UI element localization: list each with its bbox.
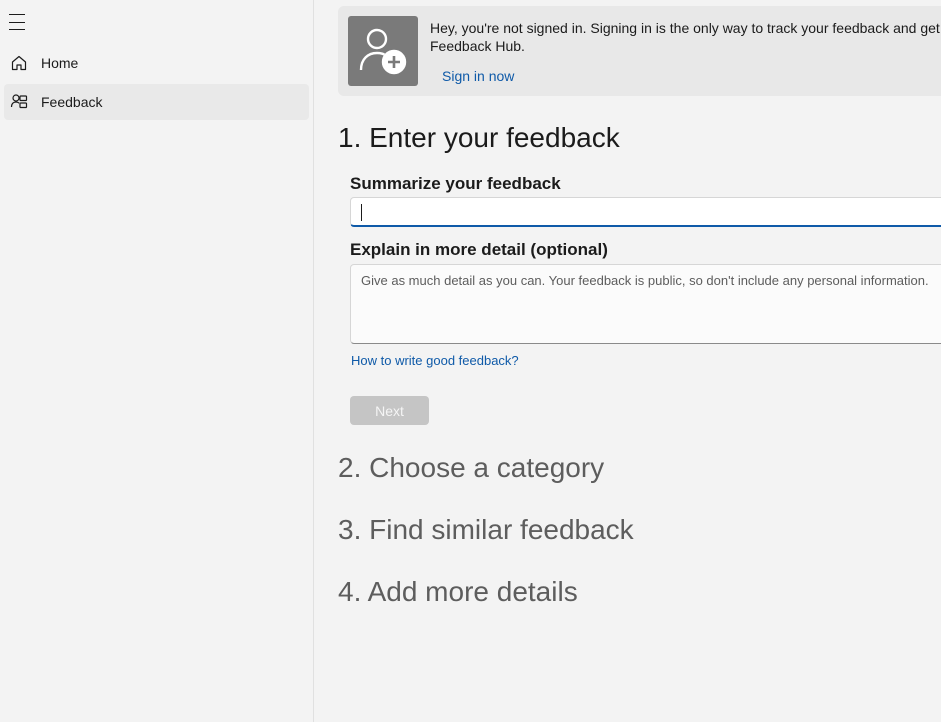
sign-in-link[interactable]: Sign in now xyxy=(442,68,514,84)
step-1-title: 1. Enter your feedback xyxy=(338,122,620,153)
summary-input[interactable] xyxy=(350,197,941,227)
sidebar-item-label: Home xyxy=(41,55,79,71)
detail-label: Explain in more detail (optional) xyxy=(350,240,608,259)
step-4-title[interactable]: 4. Add more details xyxy=(338,576,578,608)
sidebar: Home Feedback xyxy=(0,0,314,722)
add-user-icon xyxy=(348,16,418,86)
feedback-icon xyxy=(10,93,28,111)
sign-in-message: Hey, you're not signed in. Signing in is… xyxy=(430,20,940,54)
sidebar-item-feedback[interactable]: Feedback xyxy=(4,84,309,120)
sidebar-item-home[interactable]: Home xyxy=(4,45,309,81)
text-caret xyxy=(361,204,362,221)
step-3-title[interactable]: 3. Find similar feedback xyxy=(338,514,634,546)
sidebar-item-label: Feedback xyxy=(41,94,103,110)
main-content: Hey, you're not signed in. Signing in is… xyxy=(314,0,941,722)
step-2-title[interactable]: 2. Choose a category xyxy=(338,452,604,484)
home-icon xyxy=(10,54,28,72)
next-button[interactable]: Next xyxy=(350,396,429,425)
sign-in-banner: Hey, you're not signed in. Signing in is… xyxy=(338,6,941,96)
summary-label: Summarize your feedback xyxy=(350,174,561,193)
hamburger-menu-icon[interactable] xyxy=(9,14,27,30)
detail-textarea[interactable]: Give as much detail as you can. Your fee… xyxy=(350,264,941,344)
how-to-write-feedback-link[interactable]: How to write good feedback? xyxy=(351,353,519,368)
detail-placeholder: Give as much detail as you can. Your fee… xyxy=(361,273,929,288)
